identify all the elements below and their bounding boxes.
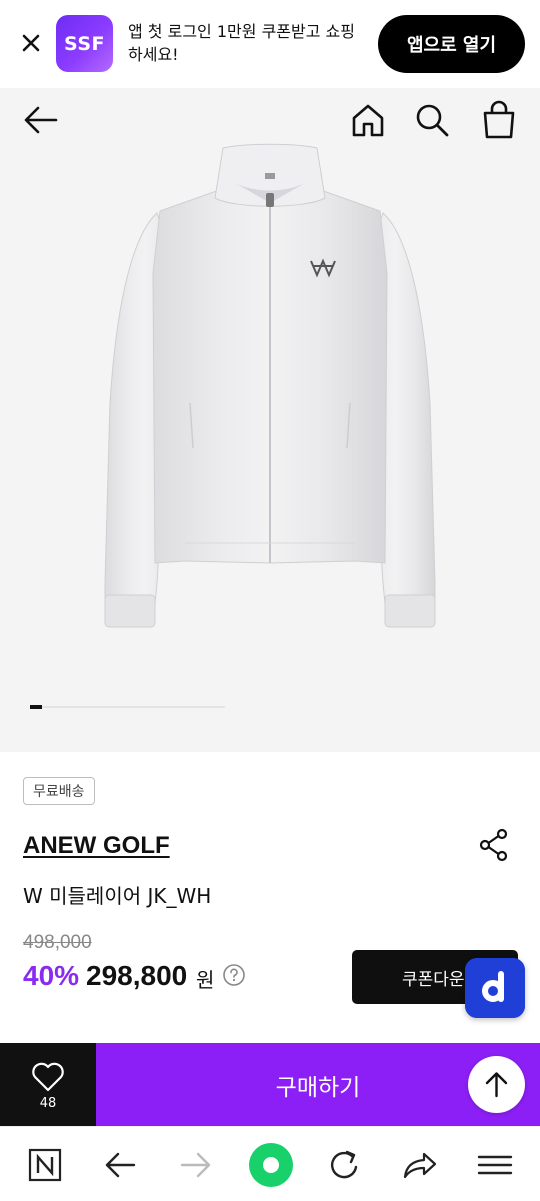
wishlist-button[interactable]: 48 (0, 1043, 96, 1126)
naver-n-icon[interactable] (25, 1145, 65, 1185)
shopping-bag-icon[interactable] (480, 100, 518, 140)
brand-link[interactable]: ANEW GOLF (23, 832, 170, 860)
scroll-to-top-icon[interactable] (468, 1056, 525, 1113)
browser-forward-icon[interactable] (176, 1145, 216, 1185)
browser-toolbar (0, 1126, 540, 1201)
sale-price: 298,800 (86, 960, 188, 991)
menu-icon[interactable] (475, 1145, 515, 1185)
ssf-app-logo: SSF (56, 15, 113, 72)
product-name: W 미들레이어 JK_WH (23, 884, 212, 908)
close-icon[interactable] (18, 30, 44, 56)
currency-unit: 원 (196, 968, 215, 992)
gallery-progress-track (30, 706, 225, 708)
home-icon[interactable] (350, 102, 386, 138)
refresh-icon[interactable] (325, 1145, 365, 1185)
d-chat-icon[interactable] (465, 958, 525, 1018)
original-price: 498,000 (23, 932, 92, 953)
product-image-gallery[interactable] (0, 88, 540, 752)
discount-rate: 40% (23, 960, 80, 991)
browser-back-icon[interactable] (100, 1145, 140, 1185)
app-install-banner: SSF 앱 첫 로그인 1만원 쿠폰받고 쇼핑하세요! 앱으로 열기 (0, 0, 540, 88)
search-icon[interactable] (414, 102, 450, 138)
banner-message: 앱 첫 로그인 1만원 쿠폰받고 쇼핑하세요! (128, 22, 355, 64)
heart-icon (32, 1062, 64, 1092)
share-icon[interactable] (478, 828, 510, 862)
open-app-button[interactable]: 앱으로 열기 (378, 15, 525, 73)
back-arrow-icon[interactable] (22, 104, 60, 136)
product-jacket-image (104, 143, 436, 628)
browser-home-icon[interactable] (247, 1141, 295, 1189)
gallery-progress-thumb (30, 705, 42, 709)
wishlist-count: 48 (39, 1096, 57, 1111)
share-arrow-icon[interactable] (400, 1145, 440, 1185)
free-shipping-badge: 무료배송 (23, 777, 95, 805)
question-icon[interactable] (223, 964, 245, 986)
